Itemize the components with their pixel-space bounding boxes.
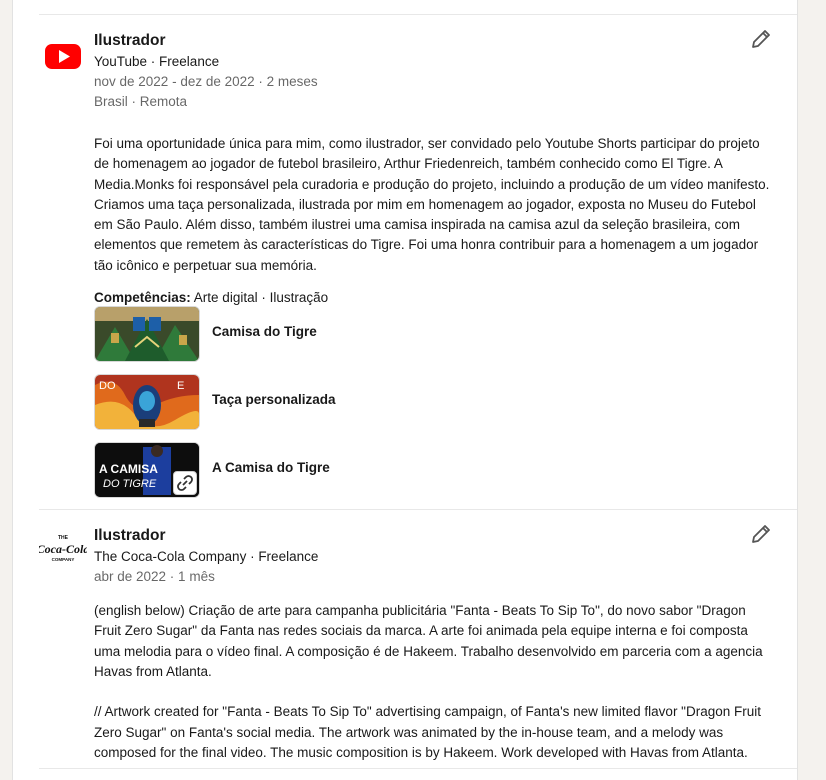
media-title: Camisa do Tigre <box>212 324 317 339</box>
divider <box>39 14 797 15</box>
edit-experience-button[interactable] <box>749 522 773 546</box>
coca-cola-logo[interactable]: THE Coca-Cola COMPANY <box>37 531 90 571</box>
date-range: nov de 2022 - dez de 2022 · 2 meses <box>94 74 318 89</box>
media-item-taca[interactable]: DO E Taça personalizada <box>94 374 494 430</box>
svg-text:E: E <box>177 380 184 392</box>
media-thumbnail: A CAMISA DO TIGRE <box>94 442 200 498</box>
divider <box>39 768 797 769</box>
date-range: abr de 2022 · 1 mês <box>94 569 215 584</box>
logo-bottom-text: COMPANY <box>52 557 75 562</box>
divider <box>39 509 797 510</box>
media-item-camisa-video[interactable]: A CAMISA DO TIGRE A Camisa do Tigre <box>94 442 494 498</box>
edit-experience-button[interactable] <box>749 27 773 51</box>
link-badge <box>173 471 197 495</box>
location: Brasil · Remota <box>94 94 188 109</box>
skills-label: Competências: <box>94 290 191 306</box>
link-icon <box>177 475 193 491</box>
pencil-icon <box>752 525 770 543</box>
thumb-text-1: A CAMISA <box>99 462 158 476</box>
svg-text:DO: DO <box>99 380 116 392</box>
logo-main-text: Coca-Cola <box>39 542 87 556</box>
media-item-camisa[interactable]: Camisa do Tigre <box>94 306 494 362</box>
job-description: Foi uma oportunidade única para mim, com… <box>94 136 770 273</box>
thumb-text-2: DO TIGRE <box>103 478 157 490</box>
media-title: A Camisa do Tigre <box>212 460 330 475</box>
pencil-icon <box>752 30 770 48</box>
company-name: The Coca-Cola Company · Freelance <box>94 549 319 564</box>
youtube-logo[interactable] <box>43 36 83 76</box>
job-title: Ilustrador <box>94 32 166 49</box>
logo-top-text: THE <box>58 535 69 541</box>
media-title: Taça personalizada <box>212 392 336 407</box>
media-thumbnail <box>94 306 200 362</box>
job-description: (english below) Criação de arte para cam… <box>94 603 763 761</box>
skills-list: Arte digital · Ilustração <box>193 290 329 306</box>
media-thumbnail: DO E <box>94 374 200 430</box>
job-title: Ilustrador <box>94 527 166 544</box>
experience-card: Ilustrador YouTube · Freelance nov de 20… <box>12 0 798 780</box>
company-name: YouTube · Freelance <box>94 54 220 69</box>
